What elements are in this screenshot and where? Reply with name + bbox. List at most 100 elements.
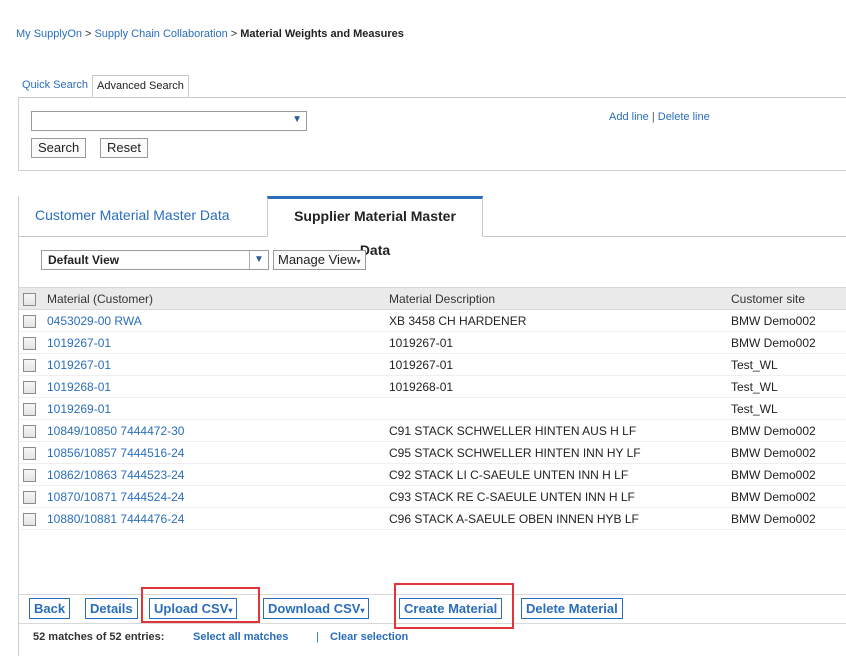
row-checkbox[interactable] <box>23 424 36 438</box>
customer-site: BMW Demo002 <box>727 507 846 530</box>
material-link[interactable]: 0453029-00 RWA <box>43 309 385 332</box>
table-row: 10856/10857 7444516-24 C95 STACK SCHWELLE… <box>19 441 846 464</box>
chevron-down-icon: ▼ <box>249 251 268 269</box>
manage-view-button[interactable]: Manage View▾ <box>273 250 366 270</box>
delete-material-button[interactable]: Delete Material <box>521 598 623 619</box>
selection-footer: 52 matches of 52 entries: Select all mat… <box>19 627 846 649</box>
material-description: 1019267-01 <box>385 353 727 376</box>
caret-down-icon: ▾ <box>360 606 365 615</box>
add-line-link[interactable]: Add line <box>609 111 649 123</box>
line-actions-separator: | <box>651 111 655 123</box>
customer-site: Test_WL <box>727 353 846 376</box>
view-select[interactable]: Default View ▼ <box>41 250 269 270</box>
download-csv-button[interactable]: Download CSV▾ <box>263 598 370 619</box>
action-bar: Back Details Upload CSV▾ Download CSV▾ C… <box>19 594 846 624</box>
tab-customer-material-master-data[interactable]: Customer Material Master Data <box>19 196 246 235</box>
table-row: 1019269-01 Test_WL <box>19 397 846 420</box>
material-description: C93 STACK RE C-SAEULE UNTEN INN H LF <box>385 485 727 508</box>
row-checkbox[interactable] <box>23 446 36 460</box>
table-body: 0453029-00 RWA XB 3458 CH HARDENER BMW Dem… <box>19 309 846 530</box>
download-csv-label: Download CSV <box>268 601 361 616</box>
material-description: 1019268-01 <box>385 375 727 398</box>
line-actions: Add line | Delete line <box>609 111 710 123</box>
material-link[interactable]: 1019268-01 <box>43 375 385 398</box>
material-description: C96 STACK A-SAEULE OBEN INNEN HYB LF <box>385 507 727 530</box>
table-row: 1019268-01 1019268-01 Test_WL <box>19 375 846 398</box>
material-panel: Customer Material Master Data Supplier M… <box>18 196 846 656</box>
material-link[interactable]: 10880/10881 7444476-24 <box>43 507 385 530</box>
search-field-select[interactable]: ▼ <box>31 111 307 131</box>
match-count: 52 matches of 52 entries: <box>33 631 165 643</box>
details-button[interactable]: Details <box>85 598 138 619</box>
tab-supplier-material-master-data[interactable]: Supplier Material Master Data <box>267 196 483 258</box>
customer-site: BMW Demo002 <box>727 331 846 354</box>
customer-site: BMW Demo002 <box>727 463 846 486</box>
material-link[interactable]: 10870/10871 7444524-24 <box>43 485 385 508</box>
search-button[interactable]: Search <box>31 138 87 158</box>
row-checkbox[interactable] <box>23 358 36 372</box>
breadcrumb: My SupplyOn > Supply Chain Collaboration > M… <box>16 28 404 40</box>
breadcrumb-separator: > <box>85 28 92 40</box>
upload-csv-button[interactable]: Upload CSV▾ <box>149 598 238 619</box>
material-link[interactable]: 1019267-01 <box>43 353 385 376</box>
create-material-button[interactable]: Create Material <box>399 598 503 619</box>
row-checkbox[interactable] <box>23 314 36 328</box>
search-tabs: Quick Search Advanced Search <box>18 75 189 98</box>
customer-site: BMW Demo002 <box>727 441 846 464</box>
select-all-matches-link[interactable]: Select all matches <box>193 631 288 643</box>
table-row: 1019267-01 1019267-01 Test_WL <box>19 353 846 376</box>
select-all-checkbox[interactable] <box>23 292 36 306</box>
upload-csv-label: Upload CSV <box>154 601 229 616</box>
column-header-description[interactable]: Material Description <box>385 287 727 310</box>
page-title: Material Weights and Measures <box>240 28 404 40</box>
select-all-cell <box>19 287 43 310</box>
customer-site: BMW Demo002 <box>727 485 846 508</box>
material-link[interactable]: 1019269-01 <box>43 397 385 420</box>
column-header-material[interactable]: Material (Customer) <box>43 287 385 310</box>
row-checkbox[interactable] <box>23 468 36 482</box>
table-row: 10870/10871 7444524-24 C93 STACK RE C-SAE… <box>19 485 846 508</box>
row-checkbox[interactable] <box>23 336 36 350</box>
chevron-down-icon: ▼ <box>292 114 302 125</box>
row-checkbox[interactable] <box>23 380 36 394</box>
table-row: 10849/10850 7444472-30 C91 STACK SCHWELLE… <box>19 419 846 442</box>
material-tabs: Customer Material Master Data Supplier M… <box>19 196 846 258</box>
material-link[interactable]: 10856/10857 7444516-24 <box>43 441 385 464</box>
advanced-search-panel: ▼ Search Reset Add line | Delete line <box>18 97 846 171</box>
table-row: 1019267-01 1019267-01 BMW Demo002 <box>19 331 846 354</box>
clear-selection-link[interactable]: Clear selection <box>330 631 408 643</box>
customer-site: BMW Demo002 <box>727 419 846 442</box>
material-description <box>385 397 727 420</box>
manage-view-label: Manage View <box>278 252 357 267</box>
customer-site: BMW Demo002 <box>727 309 846 332</box>
caret-down-icon: ▾ <box>228 606 233 615</box>
breadcrumb-my-supplyon[interactable]: My SupplyOn <box>16 28 82 40</box>
reset-button[interactable]: Reset <box>100 138 148 158</box>
table-row: 10880/10881 7444476-24 C96 STACK A-SAEULE… <box>19 507 846 530</box>
tab-quick-search[interactable]: Quick Search <box>18 75 92 96</box>
material-link[interactable]: 1019267-01 <box>43 331 385 354</box>
breadcrumb-separator: > <box>230 28 238 40</box>
delete-line-link[interactable]: Delete line <box>658 111 710 123</box>
customer-site: Test_WL <box>727 375 846 398</box>
material-description: C91 STACK SCHWELLER HINTEN AUS H LF <box>385 419 727 442</box>
column-header-customer-site[interactable]: Customer site <box>727 287 846 310</box>
material-description: XB 3458 CH HARDENER <box>385 309 727 332</box>
table-header-row: Material (Customer) Material Description… <box>19 287 846 310</box>
material-description: 1019267-01 <box>385 331 727 354</box>
row-checkbox[interactable] <box>23 490 36 504</box>
material-link[interactable]: 10862/10863 7444523-24 <box>43 463 385 486</box>
material-description: C92 STACK LI C-SAEULE UNTEN INN H LF <box>385 463 727 486</box>
material-table: Material (Customer) Material Description… <box>19 287 846 530</box>
caret-down-icon: ▾ <box>356 257 361 266</box>
row-checkbox[interactable] <box>23 512 36 526</box>
table-row: 10862/10863 7444523-24 C92 STACK LI C-SAE… <box>19 463 846 486</box>
back-button[interactable]: Back <box>29 598 71 619</box>
material-link[interactable]: 10849/10850 7444472-30 <box>43 419 385 442</box>
row-checkbox[interactable] <box>23 402 36 416</box>
table-row: 0453029-00 RWA XB 3458 CH HARDENER BMW Dem… <box>19 309 846 332</box>
material-description: C95 STACK SCHWELLER HINTEN INN HY LF <box>385 441 727 464</box>
customer-site: Test_WL <box>727 397 846 420</box>
tab-advanced-search[interactable]: Advanced Search <box>92 75 189 98</box>
breadcrumb-supply-chain-collaboration[interactable]: Supply Chain Collaboration <box>94 28 227 40</box>
